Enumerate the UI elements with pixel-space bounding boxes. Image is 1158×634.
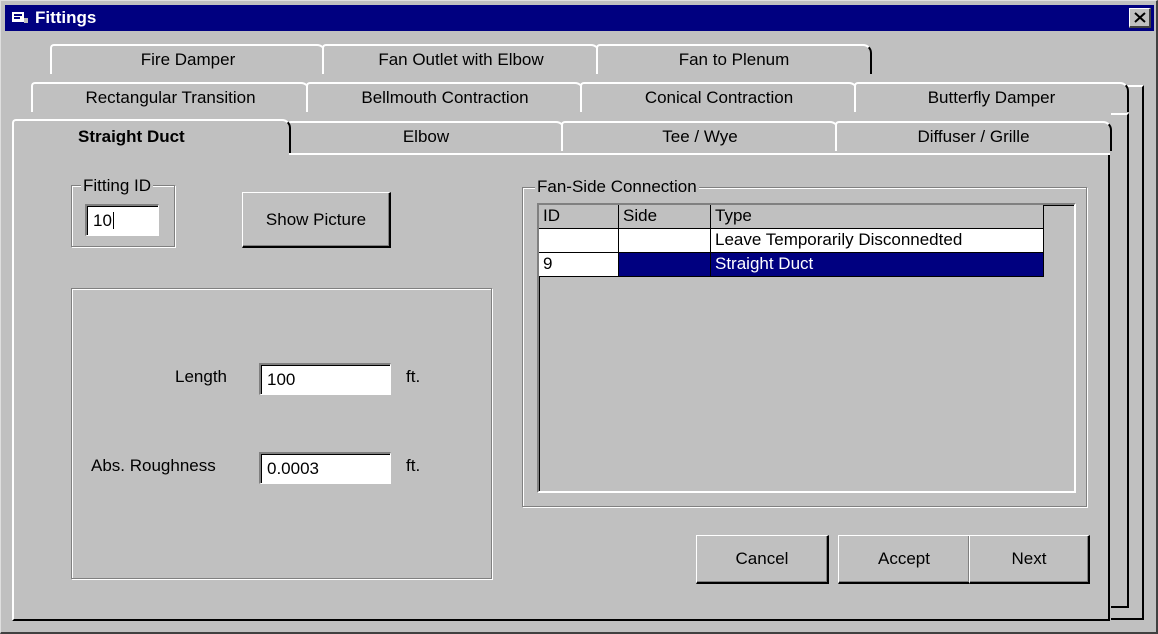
fan-side-connection-grid[interactable]: ID Side Type Leave Temporarily Disconned… (537, 203, 1076, 493)
tab-bellmouth-contraction[interactable]: Bellmouth Contraction (306, 82, 584, 112)
roughness-value: 0.0003 (267, 459, 319, 478)
column-header-id[interactable]: ID (539, 205, 619, 229)
cancel-button[interactable]: Cancel (696, 535, 829, 584)
grid-cell-type[interactable]: Leave Temporarily Disconnedted (711, 229, 1044, 253)
fitting-id-value: 10 (93, 211, 112, 230)
tab-fan-to-plenum[interactable]: Fan to Plenum (596, 44, 872, 74)
tab-label: Conical Contraction (644, 88, 794, 107)
next-label: Next (1011, 549, 1047, 568)
column-header-side[interactable]: Side (619, 205, 711, 229)
tab-label: Straight Duct (78, 127, 185, 146)
tab-label: Bellmouth Contraction (361, 88, 529, 107)
cancel-label: Cancel (735, 549, 789, 568)
grid-cell-id[interactable] (539, 229, 619, 253)
tab-elbow[interactable]: Elbow (287, 121, 565, 151)
tab-diffuser-grille[interactable]: Diffuser / Grille (835, 121, 1112, 151)
tab-label: Rectangular Transition (85, 88, 256, 107)
accept-button[interactable]: Accept (838, 535, 971, 584)
tab-fan-outlet-with-elbow[interactable]: Fan Outlet with Elbow (322, 44, 600, 74)
window-title: Fittings (35, 8, 97, 27)
show-picture-button[interactable]: Show Picture (242, 192, 391, 248)
close-icon (1133, 12, 1146, 23)
close-button[interactable] (1129, 8, 1151, 28)
tab-label: Fan to Plenum (678, 50, 790, 69)
tab-label: Diffuser / Grille (917, 127, 1030, 146)
roughness-label: Abs. Roughness (91, 456, 216, 475)
tab-label: Elbow (402, 127, 450, 146)
fan-side-connection-label: Fan-Side Connection (535, 177, 699, 196)
grid-cell-side-selected[interactable] (619, 253, 711, 277)
tab-butterfly-damper[interactable]: Butterfly Damper (854, 82, 1129, 112)
fitting-id-input[interactable]: 10 (85, 204, 159, 236)
grid-cell-side[interactable] (619, 229, 711, 253)
fitting-id-label: Fitting ID (81, 176, 154, 195)
length-unit: ft. (406, 367, 421, 386)
tab-conical-contraction[interactable]: Conical Contraction (580, 82, 858, 112)
length-label: Length (175, 367, 227, 386)
accept-label: Accept (878, 549, 930, 568)
grid-cell-type-selected[interactable]: Straight Duct (711, 253, 1044, 277)
fittings-window: Fittings Fire Damper Fan Outlet with Elb… (0, 0, 1158, 634)
tab-label: Butterfly Damper (927, 88, 1056, 107)
roughness-input[interactable]: 0.0003 (259, 452, 391, 484)
parameters-frame (71, 288, 492, 579)
page-top-border (289, 153, 1110, 155)
window-icon (11, 10, 29, 25)
length-value: 100 (267, 370, 296, 389)
tab-rectangular-transition[interactable]: Rectangular Transition (31, 82, 310, 112)
length-input[interactable]: 100 (259, 363, 391, 395)
grid-cell-id[interactable]: 9 (539, 253, 619, 277)
tab-tee-wye[interactable]: Tee / Wye (561, 121, 839, 151)
text-caret (112, 212, 114, 229)
roughness-unit: ft. (406, 456, 421, 475)
tab-fire-damper[interactable]: Fire Damper (50, 44, 326, 74)
show-picture-label: Show Picture (265, 209, 367, 229)
tab-straight-duct[interactable]: Straight Duct (12, 119, 291, 153)
column-header-type[interactable]: Type (711, 205, 1044, 229)
title-bar[interactable]: Fittings (5, 5, 1154, 31)
next-button[interactable]: Next (969, 535, 1090, 584)
tab-label: Fan Outlet with Elbow (378, 50, 544, 69)
tab-label: Tee / Wye (662, 127, 738, 146)
tab-label: Fire Damper (140, 50, 236, 69)
back-panel-row2 (1111, 113, 1129, 608)
